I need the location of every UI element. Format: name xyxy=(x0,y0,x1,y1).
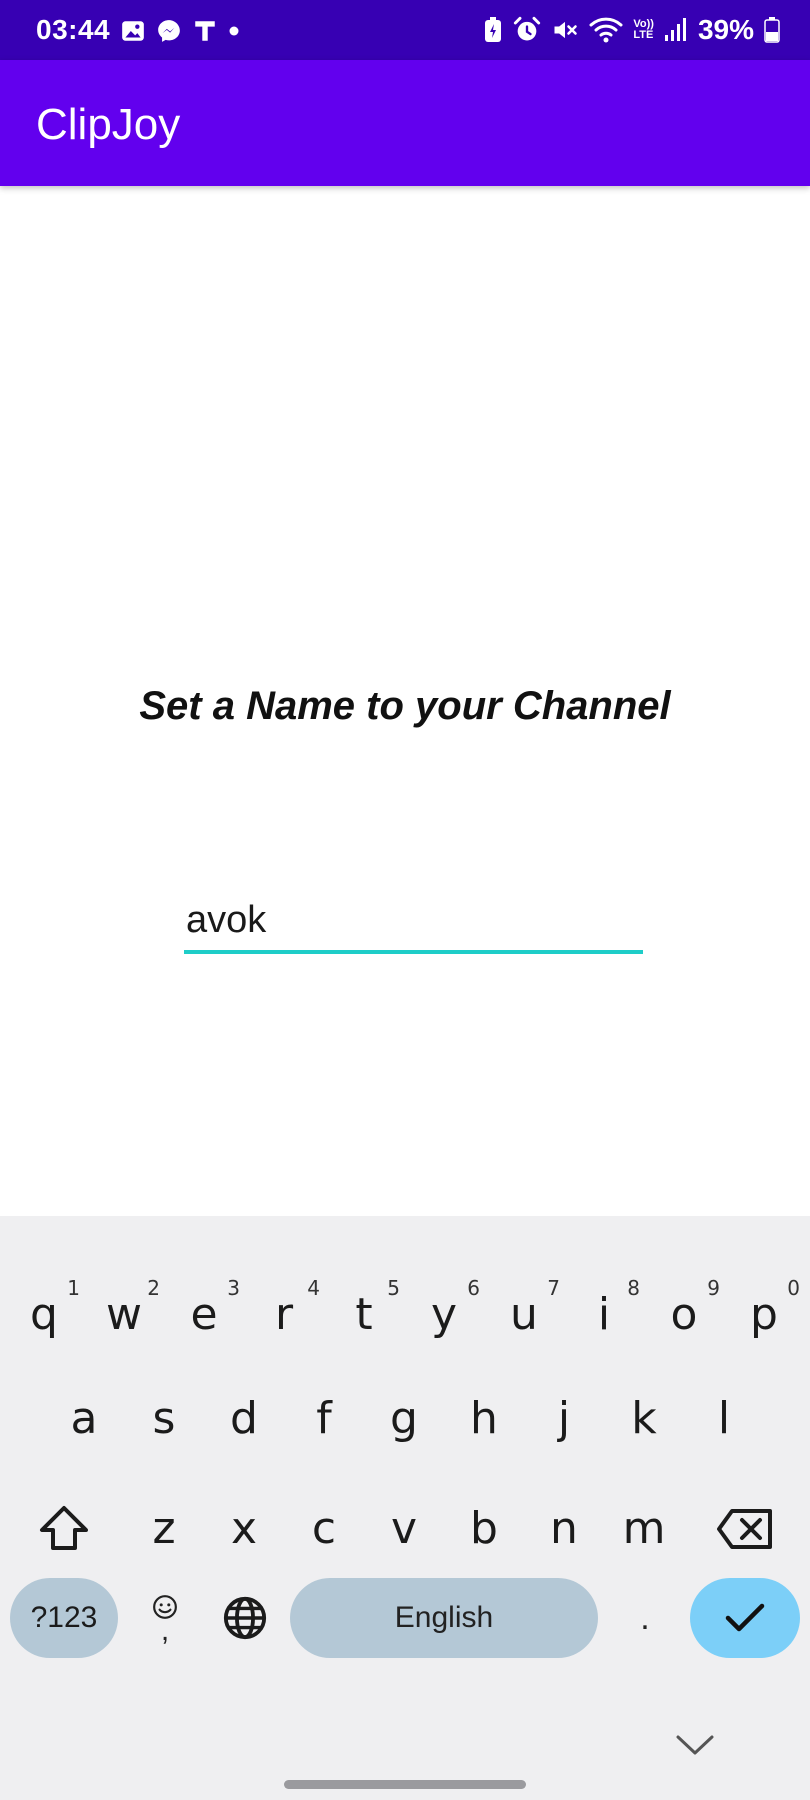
key-label: e xyxy=(190,1289,218,1340)
key-number-hint: 7 xyxy=(547,1276,560,1300)
dot-icon xyxy=(229,26,239,36)
key-label: l xyxy=(717,1393,731,1444)
key-label: a xyxy=(70,1393,98,1444)
status-time: 03:44 xyxy=(36,14,111,45)
delete-key[interactable] xyxy=(705,1484,785,1574)
key-label: j xyxy=(557,1393,571,1444)
alarm-icon xyxy=(514,16,541,41)
app-bar: ClipJoy xyxy=(0,60,810,186)
volte-bottom-label: LTE xyxy=(633,29,654,41)
key-a[interactable]: a xyxy=(44,1374,124,1464)
key-q[interactable]: q1 xyxy=(4,1270,84,1360)
key-number-hint: 6 xyxy=(467,1276,480,1300)
messenger-icon xyxy=(158,20,180,42)
key-m[interactable]: m xyxy=(604,1484,684,1574)
space-key[interactable]: English xyxy=(290,1578,598,1658)
key-label: o xyxy=(670,1289,698,1340)
key-label: k xyxy=(631,1393,657,1444)
key-label: r xyxy=(274,1289,294,1340)
key-label: z xyxy=(152,1503,176,1554)
key-label: i xyxy=(597,1289,611,1340)
key-label: w xyxy=(106,1289,142,1340)
key-number-hint: 1 xyxy=(67,1276,80,1300)
key-t[interactable]: t5 xyxy=(324,1270,404,1360)
key-n[interactable]: n xyxy=(524,1484,604,1574)
key-label: g xyxy=(390,1393,418,1444)
key-c[interactable]: c xyxy=(284,1484,364,1574)
key-g[interactable]: g xyxy=(364,1374,444,1464)
language-key[interactable] xyxy=(210,1578,280,1658)
key-k[interactable]: k xyxy=(604,1374,684,1464)
comma-label: , xyxy=(160,1614,170,1647)
chevron-down-icon xyxy=(676,1735,714,1755)
period-key[interactable]: . xyxy=(610,1578,680,1658)
t-app-icon xyxy=(195,21,215,41)
key-label: d xyxy=(230,1393,258,1444)
backspace-icon xyxy=(717,1509,772,1549)
key-label: y xyxy=(430,1289,458,1340)
key-label: b xyxy=(470,1503,498,1554)
key-f[interactable]: f xyxy=(284,1374,364,1464)
mute-icon xyxy=(554,21,578,39)
key-e[interactable]: e3 xyxy=(164,1270,244,1360)
key-label: n xyxy=(550,1503,578,1554)
battery-percent: 39% xyxy=(697,14,754,45)
wifi-icon xyxy=(589,17,623,43)
key-w[interactable]: w2 xyxy=(84,1270,164,1360)
key-s[interactable]: s xyxy=(124,1374,204,1464)
key-label: u xyxy=(510,1289,538,1340)
symbols-key[interactable]: ?123 xyxy=(10,1578,118,1658)
key-number-hint: 0 xyxy=(787,1276,800,1300)
key-r[interactable]: r4 xyxy=(244,1270,324,1360)
key-j[interactable]: j xyxy=(524,1374,604,1464)
key-label: p xyxy=(750,1289,778,1340)
shift-key[interactable] xyxy=(24,1484,104,1574)
key-y[interactable]: y6 xyxy=(404,1270,484,1360)
key-h[interactable]: h xyxy=(444,1374,524,1464)
volte-icon: Vo)) LTE xyxy=(633,19,654,41)
gallery-icon xyxy=(122,21,144,41)
emoji-comma-key[interactable]: , xyxy=(130,1578,200,1658)
battery-icon xyxy=(764,17,780,43)
hide-keyboard-button[interactable] xyxy=(670,1728,720,1762)
key-p[interactable]: p0 xyxy=(724,1270,804,1360)
key-b[interactable]: b xyxy=(444,1484,524,1574)
key-number-hint: 9 xyxy=(707,1276,720,1300)
key-label: s xyxy=(152,1393,176,1444)
key-number-hint: 4 xyxy=(307,1276,320,1300)
key-z[interactable]: z xyxy=(124,1484,204,1574)
key-label: q xyxy=(30,1289,58,1340)
key-o[interactable]: o9 xyxy=(644,1270,724,1360)
key-label: m xyxy=(622,1503,666,1554)
battery-saver-icon xyxy=(485,17,502,42)
channel-name-input[interactable] xyxy=(184,890,643,954)
channel-name-heading: Set a Name to your Channel xyxy=(139,684,671,728)
key-label: f xyxy=(316,1393,332,1444)
key-l[interactable]: l xyxy=(684,1374,764,1464)
key-d[interactable]: d xyxy=(204,1374,284,1464)
key-v[interactable]: v xyxy=(364,1484,444,1574)
key-u[interactable]: u7 xyxy=(484,1270,564,1360)
key-label: x xyxy=(230,1503,258,1554)
key-x[interactable]: x xyxy=(204,1484,284,1574)
key-label: v xyxy=(390,1503,418,1554)
signal-icon xyxy=(664,18,686,41)
soft-keyboard: q1w2e3r4t5y6u7i8o9p0 asdfghjkl zxcvbnm xyxy=(0,1216,810,1800)
globe-icon xyxy=(223,1596,267,1640)
status-bar: 03:44 Vo)) LTE 39% xyxy=(0,0,810,60)
key-number-hint: 8 xyxy=(627,1276,640,1300)
enter-key[interactable] xyxy=(690,1578,800,1658)
key-number-hint: 2 xyxy=(147,1276,160,1300)
shift-icon xyxy=(40,1506,88,1550)
key-label: t xyxy=(355,1289,373,1340)
key-number-hint: 3 xyxy=(227,1276,240,1300)
app-title: ClipJoy xyxy=(36,100,181,149)
key-label: h xyxy=(470,1393,498,1444)
key-i[interactable]: i8 xyxy=(564,1270,644,1360)
key-number-hint: 5 xyxy=(387,1276,400,1300)
key-label: c xyxy=(311,1503,337,1554)
check-icon xyxy=(725,1603,765,1632)
navigation-handle[interactable] xyxy=(284,1780,526,1789)
